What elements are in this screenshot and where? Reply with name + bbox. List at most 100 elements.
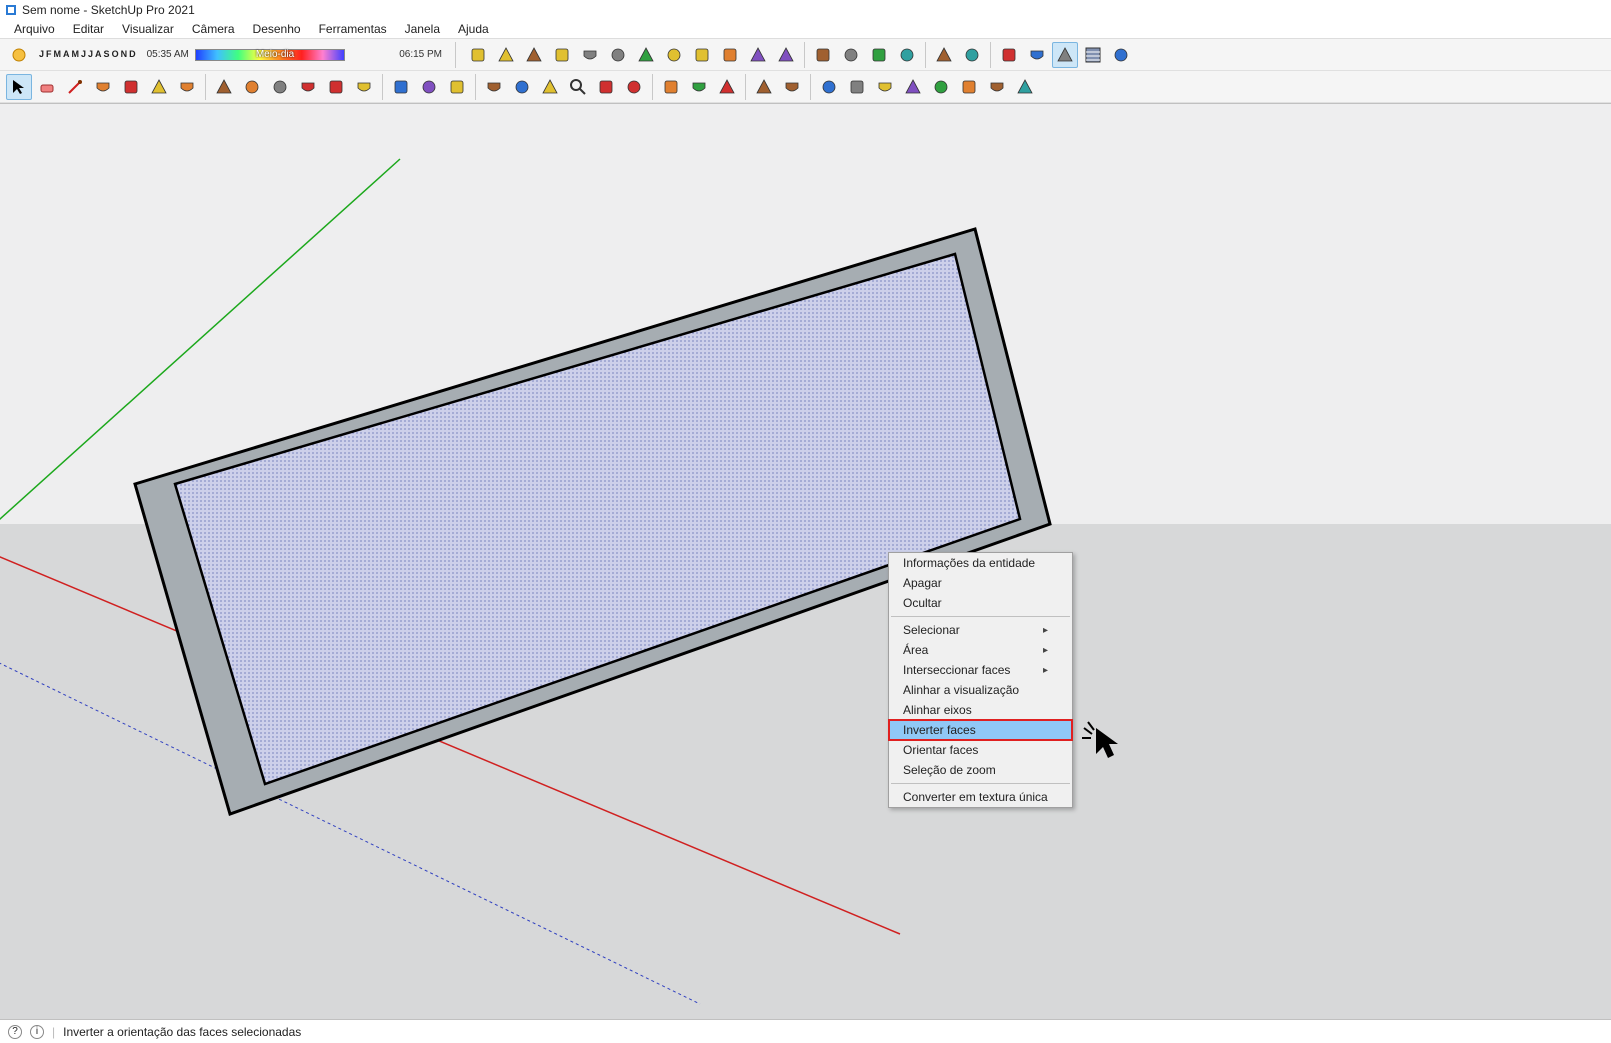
text-icon[interactable]	[416, 74, 442, 100]
ctx-alinhar-a-visualiza-o[interactable]: Alinhar a visualização	[889, 680, 1072, 700]
line-icon[interactable]	[62, 74, 88, 100]
component-attributes-icon[interactable]	[577, 42, 603, 68]
enscape-start-icon[interactable]	[810, 42, 836, 68]
move-icon[interactable]	[267, 74, 293, 100]
extension-icon[interactable]	[779, 74, 805, 100]
outliner-icon[interactable]	[773, 42, 799, 68]
cost-icon[interactable]	[894, 42, 920, 68]
style1-icon[interactable]	[931, 42, 957, 68]
shadows-toggle-icon[interactable]	[6, 42, 32, 68]
menu-ferramentas[interactable]: Ferramentas	[311, 20, 395, 38]
time-left-label: 05:35 AM	[143, 49, 193, 60]
ctx-item-label: Interseccionar faces	[903, 663, 1010, 677]
menu-camera[interactable]: Câmera	[184, 20, 243, 38]
chevron-right-icon: ▸	[1043, 625, 1048, 636]
pushpull-icon[interactable]	[174, 74, 200, 100]
house-icon[interactable]	[633, 42, 659, 68]
click-cursor-icon	[1082, 720, 1130, 763]
chevron-right-icon: ▸	[1043, 645, 1048, 656]
scale2-icon[interactable]	[751, 74, 777, 100]
preview-match-icon[interactable]	[521, 42, 547, 68]
shadow-icon[interactable]	[714, 74, 740, 100]
ctx-item-label: Orientar faces	[903, 743, 978, 757]
menu-visualizar[interactable]: Visualizar	[114, 20, 182, 38]
style3-icon[interactable]	[996, 42, 1022, 68]
sun6-icon[interactable]	[956, 74, 982, 100]
style-monochrome-icon[interactable]	[1108, 42, 1134, 68]
ctx-item-label: Selecionar	[903, 623, 960, 637]
eraser-icon[interactable]	[34, 74, 60, 100]
offset-icon[interactable]	[351, 74, 377, 100]
titlebar: Sem nome - SketchUp Pro 2021	[0, 0, 1611, 19]
ctx-item-label: Converter em textura única	[903, 790, 1048, 804]
ctx-item-label: Seleção de zoom	[903, 763, 996, 777]
menu-desenho[interactable]: Desenho	[245, 20, 309, 38]
ctx-orientar-faces[interactable]: Orientar faces	[889, 740, 1072, 760]
layers-icon[interactable]	[658, 74, 684, 100]
ctx--rea[interactable]: Área▸	[889, 640, 1072, 660]
style5-icon[interactable]	[1052, 42, 1078, 68]
paintbucket-icon[interactable]	[211, 74, 237, 100]
zoom-icon[interactable]	[565, 74, 591, 100]
location-icon[interactable]	[605, 42, 631, 68]
menu-janela[interactable]: Janela	[397, 20, 448, 38]
ctx-item-label: Ocultar	[903, 596, 942, 610]
info-icon[interactable]: i	[30, 1025, 44, 1039]
sun3-icon[interactable]	[872, 74, 898, 100]
sun4-icon[interactable]	[900, 74, 926, 100]
sun8-icon[interactable]	[1012, 74, 1038, 100]
ctx-apagar[interactable]: Apagar	[889, 573, 1072, 593]
menu-ajuda[interactable]: Ajuda	[450, 20, 497, 38]
send-icon[interactable]	[745, 42, 771, 68]
ctx-informa-es-da-entidade[interactable]: Informações da entidade	[889, 553, 1072, 573]
app-icon	[4, 3, 18, 17]
position-camera-icon[interactable]	[621, 74, 647, 100]
rectangle-icon[interactable]	[90, 74, 116, 100]
sun1-icon[interactable]	[816, 74, 842, 100]
upload-icon[interactable]	[661, 42, 687, 68]
softenedges-icon[interactable]	[481, 74, 507, 100]
pricing-icon[interactable]	[689, 42, 715, 68]
section-icon[interactable]	[509, 74, 535, 100]
model-info-icon[interactable]	[465, 42, 491, 68]
ctx-selecionar[interactable]: Selecionar ▸	[889, 620, 1072, 640]
style4-icon[interactable]	[1024, 42, 1050, 68]
month-slider[interactable]: JFMAMJJASOND	[34, 49, 141, 60]
circle-icon[interactable]	[146, 74, 172, 100]
viewport[interactable]	[0, 104, 1611, 1019]
sun2-icon[interactable]	[844, 74, 870, 100]
ctx-converter-em-textura-nica[interactable]: Converter em textura única	[889, 787, 1072, 807]
cloud-icon[interactable]	[838, 42, 864, 68]
followme-icon[interactable]	[239, 74, 265, 100]
menu-arquivo[interactable]: Arquivo	[6, 20, 63, 38]
3dwarehouse-icon[interactable]	[717, 42, 743, 68]
style-textured-icon[interactable]	[1080, 42, 1106, 68]
placemark-icon[interactable]	[493, 42, 519, 68]
scale-icon[interactable]	[323, 74, 349, 100]
ctx-alinhar-eixos[interactable]: Alinhar eixos	[889, 700, 1072, 720]
rotate-icon[interactable]	[295, 74, 321, 100]
ctx-ocultar[interactable]: Ocultar	[889, 593, 1072, 613]
dimension-icon[interactable]	[444, 74, 470, 100]
tape-icon[interactable]	[388, 74, 414, 100]
time-mid-label: Meio-dia	[252, 49, 298, 60]
sun7-icon[interactable]	[984, 74, 1010, 100]
component-options-icon[interactable]	[549, 42, 575, 68]
select-icon[interactable]	[6, 74, 32, 100]
arc-icon[interactable]	[118, 74, 144, 100]
menu-editar[interactable]: Editar	[65, 20, 112, 38]
help-icon[interactable]: ?	[8, 1025, 22, 1039]
statusbar: ? i | Inverter a orientação das faces se…	[0, 1019, 1611, 1043]
ctx-sele-o-de-zoom[interactable]: Seleção de zoom	[889, 760, 1072, 780]
ctx-item-label: Informações da entidade	[903, 556, 1035, 570]
clipboard-icon[interactable]	[866, 42, 892, 68]
scenes-icon[interactable]	[686, 74, 712, 100]
sun5-icon[interactable]	[928, 74, 954, 100]
style2-icon[interactable]	[959, 42, 985, 68]
lookaround-icon[interactable]	[537, 74, 563, 100]
zoomextents-icon[interactable]	[593, 74, 619, 100]
ctx-inverter-faces[interactable]: Inverter faces	[889, 720, 1072, 740]
toolbar-row-1: JFMAMJJASOND 05:35 AM Meio-dia 06:15 PM	[0, 39, 1611, 71]
chevron-right-icon: ▸	[1043, 665, 1048, 676]
ctx-interseccionar-faces[interactable]: Interseccionar faces ▸	[889, 660, 1072, 680]
